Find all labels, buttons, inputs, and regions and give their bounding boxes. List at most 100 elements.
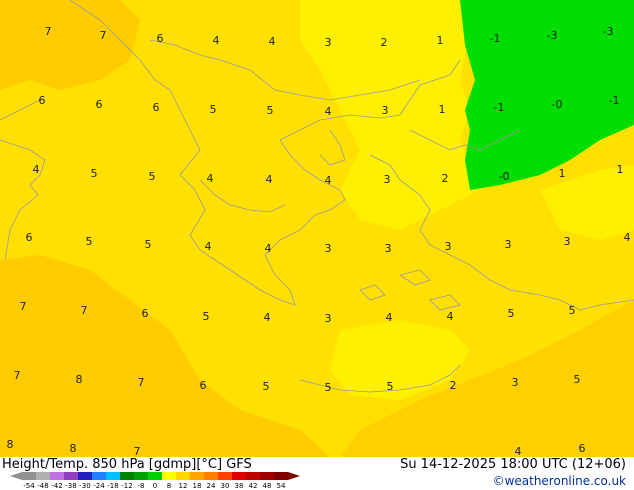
map-value: 3 [325, 36, 332, 49]
footer: Height/Temp. 850 hPa [gdmp][°C] GFS Su 1… [0, 457, 634, 490]
legend-tick-label: -18 [107, 482, 118, 490]
map-value: 7 [134, 445, 141, 457]
legend-swatch [134, 472, 148, 480]
map-value: -3 [547, 29, 558, 42]
map-value: 6 [157, 32, 164, 45]
legend-arrow-left [10, 472, 22, 480]
legend-swatch [50, 472, 64, 480]
map-value: 2 [450, 379, 457, 392]
legend-swatch [176, 472, 190, 480]
map-value: -0 [499, 170, 510, 183]
map-value: 3 [445, 240, 452, 253]
map-value: 5 [149, 170, 156, 183]
map-value: 1 [617, 163, 624, 176]
legend-tick-label: 24 [207, 482, 216, 490]
map-value: 3 [325, 312, 332, 325]
map-value: 5 [86, 235, 93, 248]
map-value: 5 [569, 304, 576, 317]
map-value: 1 [437, 34, 444, 47]
legend-swatch [148, 472, 162, 480]
map-value: 5 [91, 167, 98, 180]
legend-arrow-right [288, 472, 300, 480]
map-value: 6 [39, 94, 46, 107]
legend-swatch [190, 472, 204, 480]
legend-tick-label: 8 [167, 482, 171, 490]
map-value: 4 [624, 231, 631, 244]
legend-tick-label: 30 [221, 482, 230, 490]
map-value: 3 [505, 238, 512, 251]
map-value: 7 [100, 29, 107, 42]
map-value: 4 [264, 311, 271, 324]
map-value: 4 [213, 34, 220, 47]
map-title: Height/Temp. 850 hPa [gdmp][°C] GFS [2, 457, 252, 472]
legend-tick-label: 48 [263, 482, 272, 490]
map-value: 4 [386, 311, 393, 324]
legend-tick-label: -42 [51, 482, 62, 490]
map-value: 6 [142, 307, 149, 320]
legend-swatch [218, 472, 232, 480]
map-value: 6 [579, 442, 586, 455]
map-value: 5 [325, 381, 332, 394]
map-value: 3 [325, 242, 332, 255]
legend-tick-label: 38 [235, 482, 244, 490]
map-value: 6 [153, 101, 160, 114]
map-value: 5 [210, 103, 217, 116]
legend-tick-label: 54 [277, 482, 286, 490]
legend-tick-label: -24 [93, 482, 105, 490]
legend-tick-label: 42 [249, 482, 258, 490]
temperature-map: 7 7 6 4 4 3 2 1 -1 -3 -3 6 6 6 5 5 4 3 1 -1 -0 -1 4 5 5 4 4 4 3 2 -0 1 1… [0, 0, 634, 457]
legend-swatch [92, 472, 106, 480]
map-value: 4 [207, 172, 214, 185]
map-value: 5 [267, 104, 274, 117]
map-value: 8 [7, 438, 14, 451]
map-value: 6 [200, 379, 207, 392]
legend-swatch [36, 472, 50, 480]
legend-swatch [260, 472, 274, 480]
map-value: 3 [512, 376, 519, 389]
legend-swatch [246, 472, 260, 480]
map-value: 1 [559, 167, 566, 180]
legend-tick-label: 0 [153, 482, 157, 490]
map-value: -3 [603, 25, 614, 38]
map-value: -1 [490, 32, 501, 45]
map-value: 3 [564, 235, 571, 248]
map-value: 5 [508, 307, 515, 320]
legend-swatch [106, 472, 120, 480]
map-value: 4 [447, 310, 454, 323]
map-value: 3 [384, 173, 391, 186]
legend-tick-label: 18 [193, 482, 202, 490]
map-value: 6 [96, 98, 103, 111]
map-value: 5 [387, 380, 394, 393]
legend-tick-label: -12 [121, 482, 132, 490]
map-value: -1 [609, 94, 620, 107]
map-value: 3 [385, 242, 392, 255]
map-value: 5 [145, 238, 152, 251]
map-value: 7 [138, 376, 145, 389]
legend-tick-label: -38 [65, 482, 76, 490]
map-value: 7 [45, 25, 52, 38]
legend-tick-label: 12 [179, 482, 188, 490]
map-value: 3 [382, 104, 389, 117]
map-value: 5 [574, 373, 581, 386]
map-value: 2 [381, 36, 388, 49]
map-value: 8 [76, 373, 83, 386]
map-value: 4 [269, 35, 276, 48]
legend-swatch [22, 472, 36, 480]
map-value: 4 [266, 173, 273, 186]
legend-swatch [120, 472, 134, 480]
credit-link[interactable]: ©weatheronline.co.uk [493, 474, 626, 488]
map-value: 7 [14, 369, 21, 382]
map-value: 8 [70, 442, 77, 455]
legend-swatch [162, 472, 176, 480]
map-value: 7 [81, 304, 88, 317]
map-value: 5 [203, 310, 210, 323]
valid-datetime: Su 14-12-2025 18:00 UTC (12+06) [400, 457, 626, 472]
map-value: 4 [265, 242, 272, 255]
map-value: 5 [263, 380, 270, 393]
map-value: 4 [515, 445, 522, 457]
color-legend: -54 -48 -42 -38 -30 -24 -18 -12 -8 0 8 12 18 24 30 38 42… [10, 472, 300, 490]
map-value: -0 [552, 98, 563, 111]
legend-swatch [274, 472, 288, 480]
legend-swatch [232, 472, 246, 480]
map-value: 6 [26, 231, 33, 244]
